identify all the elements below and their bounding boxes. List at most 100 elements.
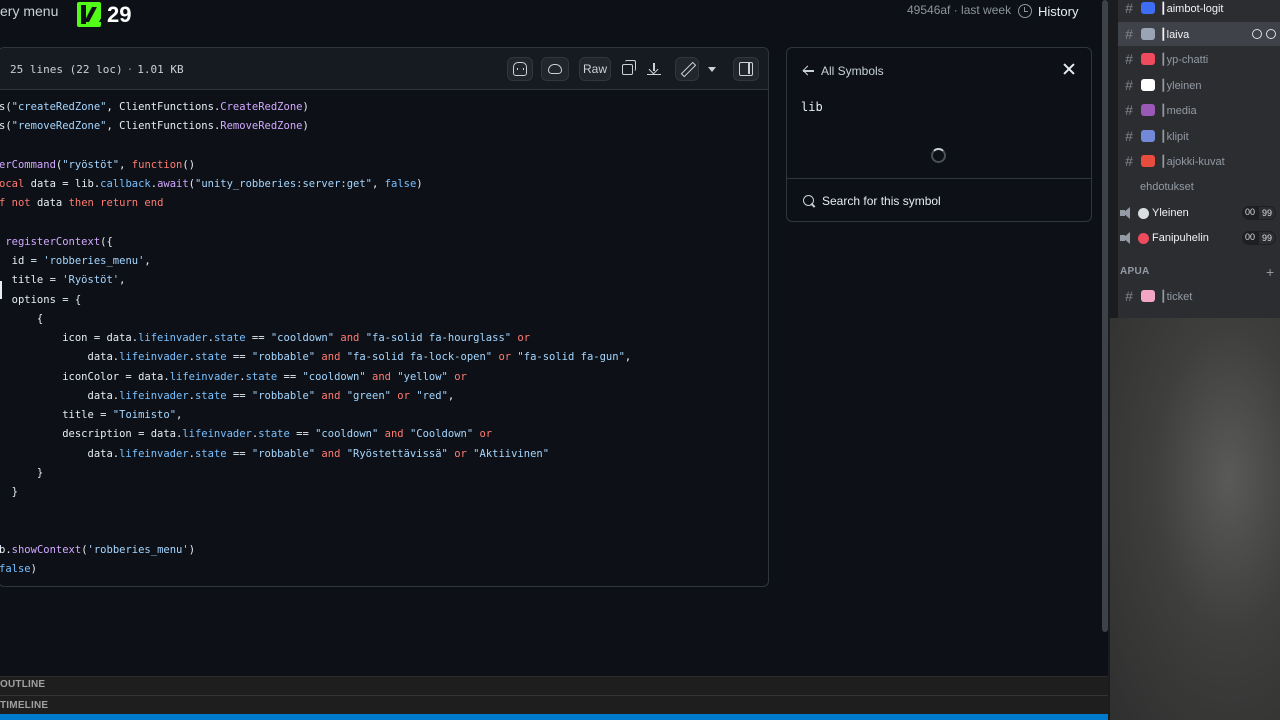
voice-limit-badge: 00 99 (1241, 231, 1276, 245)
code-line: erCommand("ryöstöt", function() (0, 158, 196, 171)
channel-media[interactable]: # ┃media (1118, 98, 1280, 122)
close-icon[interactable] (1062, 62, 1076, 76)
hash-icon: # (1125, 26, 1133, 42)
code-line: b.showContext('robberies_menu') (0, 543, 196, 556)
discord-channel-list: APUA + # ┃aimbot-logit # ┃laiva # ┃yp-chatti #… (1118, 0, 1280, 318)
channel-name: ehdotukset (1140, 181, 1194, 193)
symbol-name: lib (801, 100, 823, 114)
code-line: id = 'robberies_menu', (0, 255, 151, 267)
code-line: data.lifeinvader.state == "robbable" and… (0, 389, 455, 402)
channel-name: ┃media (1160, 104, 1197, 117)
channel-name: Fanipuhelin (1152, 232, 1209, 244)
download-icon (647, 63, 661, 75)
gear-icon[interactable] (1266, 29, 1276, 39)
code-line: title = 'Ryöstöt', (0, 274, 126, 287)
voice-limit-badge: 00 99 (1241, 206, 1276, 220)
history-button[interactable]: History (1018, 0, 1078, 22)
timeline-panel-header[interactable]: TIMELINE (0, 700, 48, 711)
code-line: f not data then return end (0, 197, 164, 210)
code-header: 25 lines (22 loc) · 1.01 KB Raw (0, 48, 768, 90)
file-meta: 25 lines (22 loc) · 1.01 KB (10, 63, 184, 76)
history-label: History (1038, 3, 1079, 19)
channel-name: ┃yleinen (1160, 79, 1202, 92)
history-icon (1018, 4, 1032, 18)
code-line: iconColor = data.lifeinvader.state == "c… (0, 370, 467, 383)
download-button[interactable] (641, 57, 667, 81)
chevron-down-icon (708, 66, 716, 72)
category-header[interactable]: APUA (1120, 266, 1150, 277)
hash-icon: # (1125, 51, 1133, 67)
copy-icon (621, 59, 636, 75)
side-panel-icon (739, 62, 753, 76)
channel-name: ┃ticket (1160, 290, 1193, 303)
hash-icon: # (1125, 77, 1133, 93)
search-symbol-button[interactable]: Search for this symbol (803, 194, 941, 208)
channel-emoji-icon (1138, 232, 1149, 244)
channel-ticket[interactable]: # ┃ticket (1118, 284, 1280, 308)
line-count: 25 lines (22 loc) (10, 63, 123, 76)
edit-dropdown-button[interactable] (701, 57, 723, 81)
code-line: data.lifeinvader.state == "robbable" and… (0, 447, 550, 460)
search-symbol-label: Search for this symbol (822, 194, 941, 208)
codespaces-button[interactable] (541, 57, 569, 81)
raw-label: Raw (582, 62, 607, 76)
pencil-icon (680, 62, 694, 76)
background-image (1110, 318, 1280, 720)
channel-emoji-icon (1141, 290, 1155, 302)
code-line: s("removeRedZone", ClientFunctions.Remov… (0, 120, 309, 133)
channel-fanipuhelin[interactable]: Fanipuhelin 00 99 (1118, 226, 1280, 250)
channel-emoji-icon (1141, 155, 1155, 167)
channel-aimbot-logit[interactable]: # ┃aimbot-logit (1118, 0, 1280, 20)
channel-name: ┃laiva (1160, 28, 1190, 41)
copilot-icon (513, 62, 527, 76)
code-line: s("createRedZone", ClientFunctions.Creat… (0, 101, 309, 113)
channel-yleinen[interactable]: # ┃yleinen (1118, 73, 1280, 97)
all-symbols-link[interactable]: All Symbols (803, 64, 884, 78)
speaker-icon (1120, 207, 1134, 219)
invite-icon[interactable] (1252, 29, 1262, 39)
code-line: options = { (0, 293, 82, 306)
text-cursor (0, 281, 2, 299)
cloud-icon (548, 64, 562, 74)
channel-klipit[interactable]: # ┃klipit (1118, 124, 1280, 148)
divider (0, 695, 1118, 696)
symbols-panel: All Symbols lib Search for this symbol (786, 47, 1092, 222)
symbols-panel-toggle[interactable] (733, 57, 759, 81)
copy-button[interactable] (614, 57, 640, 81)
code-body[interactable]: s("createRedZone", ClientFunctions.Creat… (0, 98, 768, 579)
top-bar: ery menu 29 49546af · last week History (0, 0, 1110, 30)
channel-yp-chatti[interactable]: # ┃yp-chatti (1118, 47, 1280, 71)
channel-ajokki-kuvat[interactable]: # ┃ajokki-kuvat (1118, 149, 1280, 173)
loading-spinner-icon (931, 148, 946, 163)
channel-ehdotukset[interactable]: ehdotukset (1118, 175, 1280, 199)
raw-button[interactable]: Raw (579, 57, 611, 81)
channel-actions (1252, 29, 1276, 39)
latest-commit-link[interactable]: 49546af · last week (907, 3, 1011, 17)
kick-count: 29 (107, 2, 132, 27)
channel-emoji-icon (1141, 79, 1155, 91)
channel-yleinen[interactable]: Yleinen 00 99 (1118, 201, 1280, 225)
kick-logo-icon (77, 2, 101, 27)
speaker-icon (1120, 232, 1134, 244)
code-line: icon = data.lifeinvader.state == "cooldo… (0, 332, 531, 344)
copilot-button[interactable] (507, 57, 533, 81)
github-file-view: ery menu 29 49546af · last week History … (0, 0, 1110, 676)
channel-name: ┃klipit (1160, 130, 1189, 143)
channel-emoji-icon (1141, 2, 1155, 14)
channel-emoji-icon (1138, 207, 1149, 219)
outline-panel-header[interactable]: OUTLINE (0, 679, 45, 690)
add-channel-icon[interactable]: + (1266, 264, 1274, 280)
code-line: data.lifeinvader.state == "robbable" and… (0, 351, 632, 364)
file-size: 1.01 KB (137, 63, 184, 76)
edit-button[interactable] (675, 57, 699, 81)
channel-laiva[interactable]: # ┃laiva (1118, 22, 1280, 46)
code-line: ocal data = lib.callback.await("unity_ro… (0, 178, 423, 190)
arrow-left-icon (803, 66, 814, 76)
search-icon (803, 194, 816, 208)
divider (787, 178, 1091, 179)
code-panel: 25 lines (22 loc) · 1.01 KB Raw s("createR… (0, 47, 769, 587)
channel-name: ┃aimbot-logit (1160, 2, 1224, 15)
